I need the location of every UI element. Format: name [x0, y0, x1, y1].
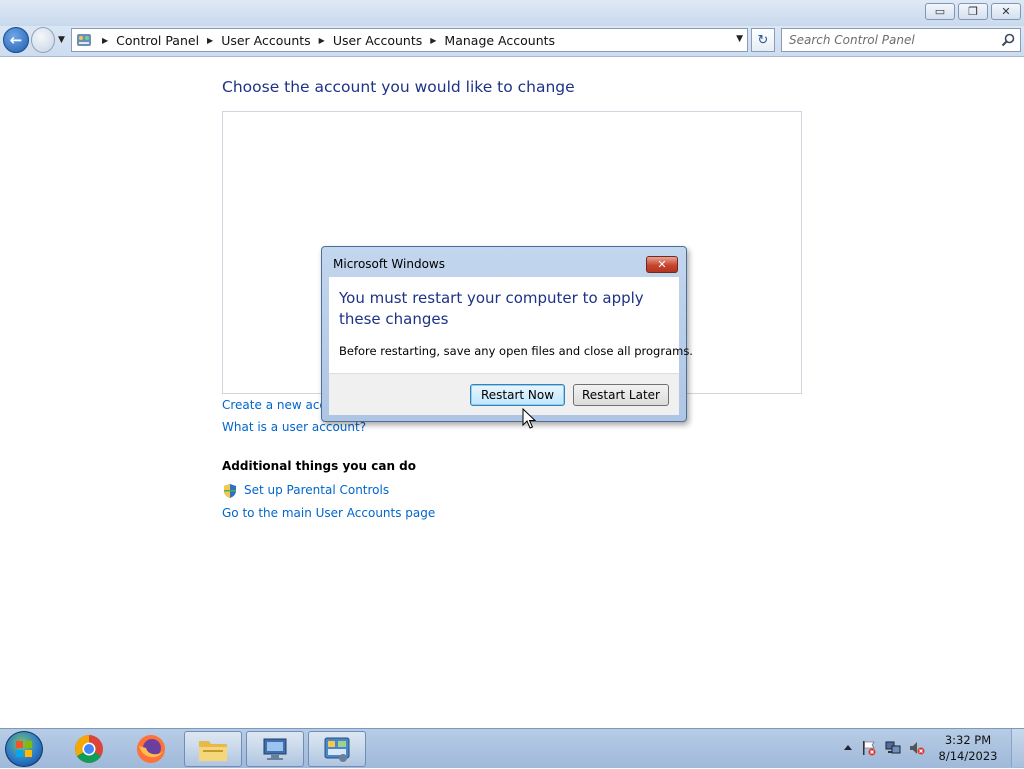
taskbar-network[interactable] — [246, 731, 304, 767]
breadcrumb-control-panel[interactable]: Control Panel — [116, 33, 199, 48]
back-button[interactable]: ← — [3, 27, 29, 53]
close-icon: ✕ — [1001, 5, 1011, 18]
restart-dialog: Microsoft Windows ✕ You must restart you… — [321, 246, 693, 422]
refresh-icon: ↻ — [757, 32, 769, 48]
show-hidden-icons-button[interactable] — [843, 740, 853, 756]
restart-later-button[interactable]: Restart Later — [573, 384, 669, 406]
close-icon: ✕ — [657, 258, 667, 271]
volume-icon[interactable] — [909, 740, 925, 756]
breadcrumb-separator-icon[interactable]: ▶ — [319, 36, 325, 45]
dialog-title: Microsoft Windows — [333, 257, 445, 271]
search-box[interactable] — [781, 28, 1021, 52]
taskbar-control-panel[interactable] — [308, 731, 366, 767]
breadcrumb-manage-accounts[interactable]: Manage Accounts — [444, 33, 555, 48]
dialog-content-text: Before restarting, save any open files a… — [339, 344, 693, 358]
what-is-user-account-link[interactable]: What is a user account? — [222, 420, 366, 434]
chevron-up-icon — [844, 745, 852, 750]
main-user-accounts-link[interactable]: Go to the main User Accounts page — [222, 506, 435, 520]
dialog-close-button[interactable]: ✕ — [646, 256, 678, 273]
file-explorer-icon — [199, 741, 227, 761]
control-panel-icon — [77, 34, 91, 46]
network-status-icon[interactable] — [885, 740, 901, 756]
minimize-icon: ▭ — [934, 5, 946, 18]
show-desktop-button[interactable] — [1011, 729, 1024, 767]
search-icon[interactable] — [1000, 32, 1016, 48]
close-window-button[interactable]: ✕ — [991, 3, 1021, 20]
clock-time: 3:32 PM — [944, 733, 992, 747]
maximize-button[interactable]: ❐ — [958, 3, 988, 20]
search-input[interactable] — [782, 29, 999, 51]
taskbar-firefox[interactable] — [122, 731, 180, 767]
minimize-button[interactable]: ▭ — [925, 3, 955, 20]
forward-button[interactable] — [31, 27, 55, 53]
breadcrumb-separator-icon[interactable]: ▶ — [102, 36, 108, 45]
breadcrumb-user-accounts[interactable]: User Accounts — [221, 33, 310, 48]
firefox-icon — [137, 735, 165, 763]
windows-logo-icon — [16, 741, 32, 757]
breadcrumb-user-accounts-sub[interactable]: User Accounts — [333, 33, 422, 48]
restart-now-button[interactable]: Restart Now — [470, 384, 565, 406]
window-title-bar: ▭ ❐ ✕ — [0, 0, 1024, 26]
breadcrumb-separator-icon[interactable]: ▶ — [430, 36, 436, 45]
chrome-icon — [75, 735, 103, 763]
clock-date: 8/14/2023 — [938, 749, 998, 763]
address-dropdown-icon[interactable]: ▼ — [736, 34, 743, 44]
parental-controls-link[interactable]: Set up Parental Controls — [244, 483, 389, 497]
flag-icon — [863, 741, 876, 756]
back-arrow-icon: ← — [9, 31, 23, 49]
breadcrumb-separator-icon[interactable]: ▶ — [207, 36, 213, 45]
network-tray-icon — [885, 741, 901, 754]
dialog-button-bar: Restart Now Restart Later — [329, 373, 679, 415]
dialog-main-instruction: You must restart your computer to apply … — [339, 289, 644, 328]
address-toolbar: ← ▼ ▶ Control Panel ▶ User Accounts ▶ Us… — [0, 26, 1024, 57]
control-panel-icon — [324, 737, 350, 762]
recent-pages-dropdown[interactable]: ▼ — [58, 35, 65, 45]
taskbar-file-explorer[interactable] — [184, 731, 242, 767]
network-icon — [263, 738, 287, 760]
restore-icon: ❐ — [968, 5, 978, 18]
action-center-icon[interactable] — [861, 740, 877, 756]
speaker-muted-icon — [910, 742, 925, 755]
taskbar: 3:32 PM 8/14/2023 — [0, 728, 1024, 768]
page-title: Choose the account you would like to cha… — [222, 78, 575, 96]
mouse-cursor-icon — [522, 408, 536, 429]
taskbar-clock[interactable]: 3:32 PM 8/14/2023 — [929, 732, 1007, 764]
uac-shield-icon — [224, 484, 236, 498]
breadcrumb[interactable]: ▶ Control Panel ▶ User Accounts ▶ User A… — [71, 28, 748, 52]
taskbar-chrome[interactable] — [60, 731, 118, 767]
refresh-button[interactable]: ↻ — [751, 28, 775, 52]
system-tray: 3:32 PM 8/14/2023 — [839, 729, 1024, 767]
start-button[interactable] — [5, 731, 43, 767]
additional-things-heading: Additional things you can do — [222, 459, 417, 473]
dialog-body: You must restart your computer to apply … — [329, 277, 693, 373]
